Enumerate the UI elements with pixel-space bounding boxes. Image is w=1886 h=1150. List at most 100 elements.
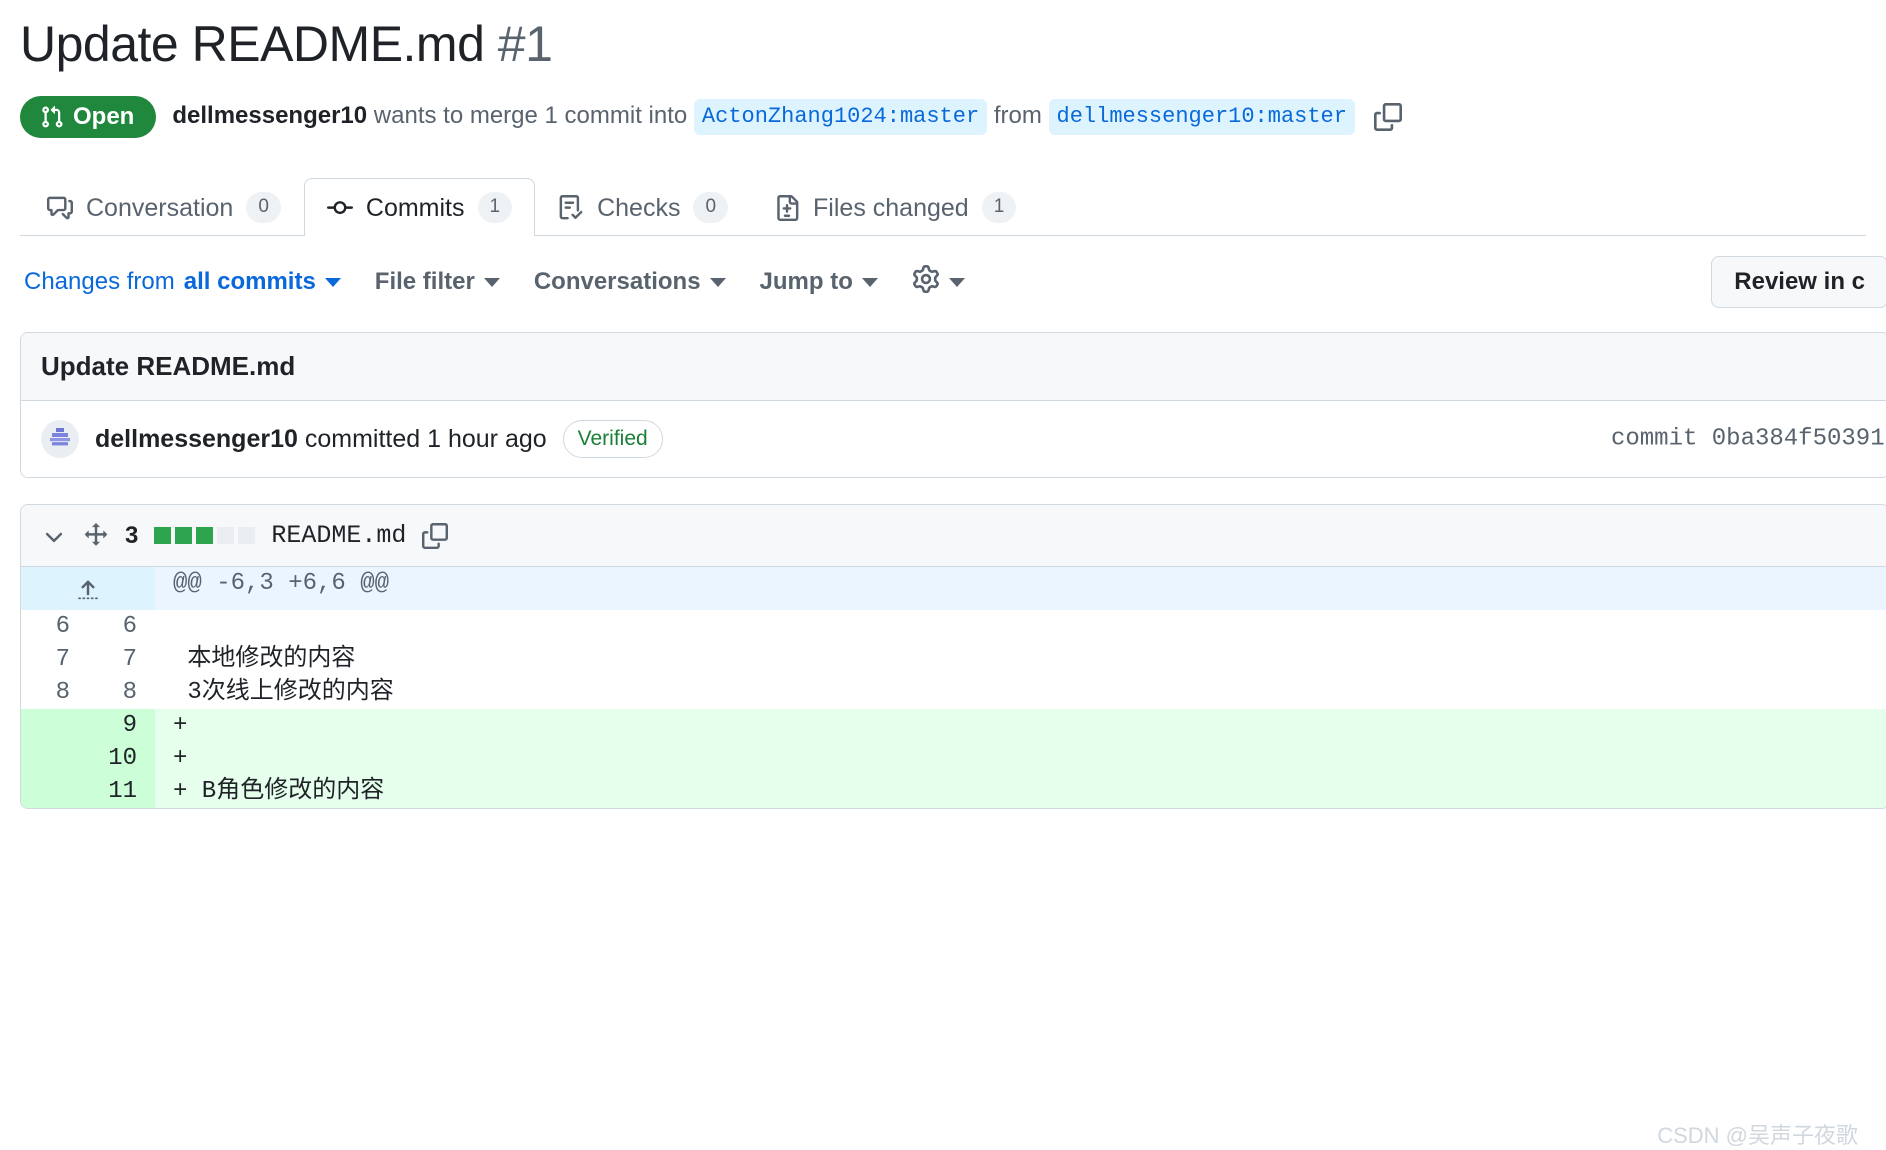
git-commit-icon — [326, 195, 353, 221]
diff-new-line-number: 8 — [88, 676, 155, 709]
avatar[interactable] — [41, 420, 79, 458]
diff-old-line-number: 8 — [21, 676, 88, 709]
comment-discussion-icon — [47, 195, 73, 221]
head-branch-chip[interactable]: dellmessenger10:master — [1048, 99, 1355, 135]
tab-files-changed-label: Files changed — [813, 193, 969, 222]
pull-request-icon — [40, 105, 64, 129]
tab-checks-count: 0 — [693, 192, 729, 223]
pr-title-text: Update README.md — [20, 16, 485, 72]
tab-files-changed-count: 1 — [981, 192, 1017, 223]
diff-stat-square — [196, 527, 214, 544]
commit-card: Update README.md dellmessenger10 committ… — [20, 332, 1886, 478]
chevron-down-icon — [709, 277, 726, 287]
diff-old-line-number: 7 — [21, 643, 88, 676]
file-diff-header: 3 README.md — [21, 505, 1886, 567]
diff-filename[interactable]: README.md — [271, 521, 406, 550]
chevron-down-icon — [861, 277, 878, 287]
status-badge: Open — [20, 96, 157, 138]
diff-stat-square — [175, 527, 193, 544]
diff-old-line-number — [21, 775, 88, 808]
tab-commits[interactable]: Commits 1 — [303, 178, 536, 236]
diff-stat-blocks — [154, 527, 256, 544]
page-title: Update README.md #1 — [20, 14, 1866, 74]
pr-subhead: Open dellmessenger10 wants to merge 1 co… — [20, 96, 1866, 138]
expand-up-icon[interactable] — [21, 567, 155, 610]
diff-old-line-number: 6 — [21, 610, 88, 643]
verified-badge[interactable]: Verified — [562, 419, 663, 459]
tab-commits-label: Commits — [365, 193, 465, 222]
diff-row-addition: 9 + — [21, 709, 1886, 742]
diff-row-addition: 10 + — [21, 742, 1886, 775]
diff-row-context: 7 7 本地修改的内容 — [21, 643, 1886, 676]
diff-hunk-header: @@ -6,3 +6,6 @@ — [155, 567, 1886, 610]
diff-stat-square — [238, 527, 256, 544]
copy-branch-icon[interactable] — [1371, 100, 1405, 134]
diff-changes-count: 3 — [125, 521, 139, 549]
tab-conversation-count: 0 — [246, 192, 281, 223]
diff-new-line-number: 7 — [88, 643, 155, 676]
diff-stat-square — [217, 527, 235, 544]
diff-line-code: + — [155, 742, 1886, 775]
tab-conversation[interactable]: Conversation 0 — [24, 178, 304, 236]
diff-old-line-number — [21, 709, 88, 742]
diff-row-context: 8 8 3次线上修改的内容 — [21, 676, 1886, 709]
commit-author: dellmessenger10 — [95, 424, 298, 453]
status-badge-label: Open — [73, 103, 135, 130]
diff-row-addition: 11 + B角色修改的内容 — [21, 775, 1886, 808]
changes-from-prefix: Changes from — [24, 268, 175, 295]
diff-line-code: + B角色修改的内容 — [155, 775, 1886, 808]
diff-new-line-number: 6 — [88, 610, 155, 643]
changes-from-dropdown[interactable]: Changes from all commits — [24, 268, 341, 296]
commit-message[interactable]: Update README.md — [21, 333, 1886, 401]
tab-checks[interactable]: Checks 0 — [535, 178, 751, 236]
diff-row-context: 6 6 — [21, 610, 1886, 643]
diff-new-line-number: 9 — [88, 709, 155, 742]
review-in-codespace-button[interactable]: Review in c — [1711, 256, 1886, 308]
jump-to-label: Jump to — [759, 268, 853, 295]
conversations-label: Conversations — [533, 268, 701, 295]
commit-sha: commit 0ba384f503913 — [1610, 425, 1886, 453]
merge-text-mid: wants to merge 1 commit into — [367, 102, 694, 130]
chevron-down-icon — [324, 277, 341, 287]
tab-checks-label: Checks — [597, 193, 681, 222]
tab-conversation-label: Conversation — [86, 193, 234, 222]
tab-files-changed[interactable]: Files changed 1 — [751, 178, 1039, 236]
conversations-dropdown[interactable]: Conversations — [534, 268, 726, 296]
commit-meta-row: dellmessenger10 committed 1 hour ago Ver… — [21, 401, 1886, 477]
pr-author: dellmessenger10 — [172, 102, 368, 130]
watermark: CSDN @吴声子夜歌 — [1657, 1123, 1858, 1148]
diff-toolbar: Changes from all commits File filter Con… — [20, 256, 1886, 308]
diff-old-line-number — [21, 742, 88, 775]
diff-stat-square — [154, 527, 172, 544]
merge-description: dellmessenger10 wants to merge 1 commit … — [172, 99, 1355, 135]
file-filter-dropdown[interactable]: File filter — [375, 268, 500, 296]
jump-to-dropdown[interactable]: Jump to — [760, 268, 878, 296]
gear-icon — [912, 264, 940, 300]
diff-line-code: 3次线上修改的内容 — [155, 676, 1886, 709]
commit-author-line: dellmessenger10 committed 1 hour ago — [95, 425, 547, 454]
diff-settings-dropdown[interactable] — [912, 264, 965, 300]
checklist-icon — [558, 194, 584, 221]
diff-new-line-number: 10 — [88, 742, 155, 775]
pr-number: #1 — [497, 16, 553, 72]
changes-from-value: all commits — [183, 268, 316, 295]
chevron-down-icon[interactable] — [41, 523, 67, 549]
diff-new-line-number: 11 — [88, 775, 155, 808]
commit-action-text: committed 1 hour ago — [297, 424, 547, 453]
file-diff: 3 README.md @@ -6,3 +6,6 @@ 6 6 7 7 本地修改… — [20, 504, 1886, 809]
file-filter-label: File filter — [374, 268, 475, 295]
base-branch-chip[interactable]: ActonZhang1024:master — [693, 99, 988, 135]
file-diff-icon — [774, 194, 800, 221]
diff-line-code: 本地修改的内容 — [155, 643, 1886, 676]
copy-path-icon[interactable] — [422, 522, 449, 549]
diff-table: @@ -6,3 +6,6 @@ 6 6 7 7 本地修改的内容 8 8 3次线上… — [21, 567, 1886, 808]
diff-line-code — [155, 610, 1886, 643]
merge-text-from: from — [987, 102, 1049, 130]
diff-move-icon[interactable] — [83, 522, 109, 549]
chevron-down-icon — [483, 277, 500, 287]
chevron-down-icon — [948, 277, 965, 287]
pull-request-page: Update README.md #1 Open dellmessenger10… — [0, 14, 1886, 1150]
pr-tabs: Conversation 0 Commits 1 Checks 0 Files … — [20, 170, 1866, 236]
diff-hunk-header-row: @@ -6,3 +6,6 @@ — [21, 567, 1886, 610]
diff-line-code: + — [155, 709, 1886, 742]
